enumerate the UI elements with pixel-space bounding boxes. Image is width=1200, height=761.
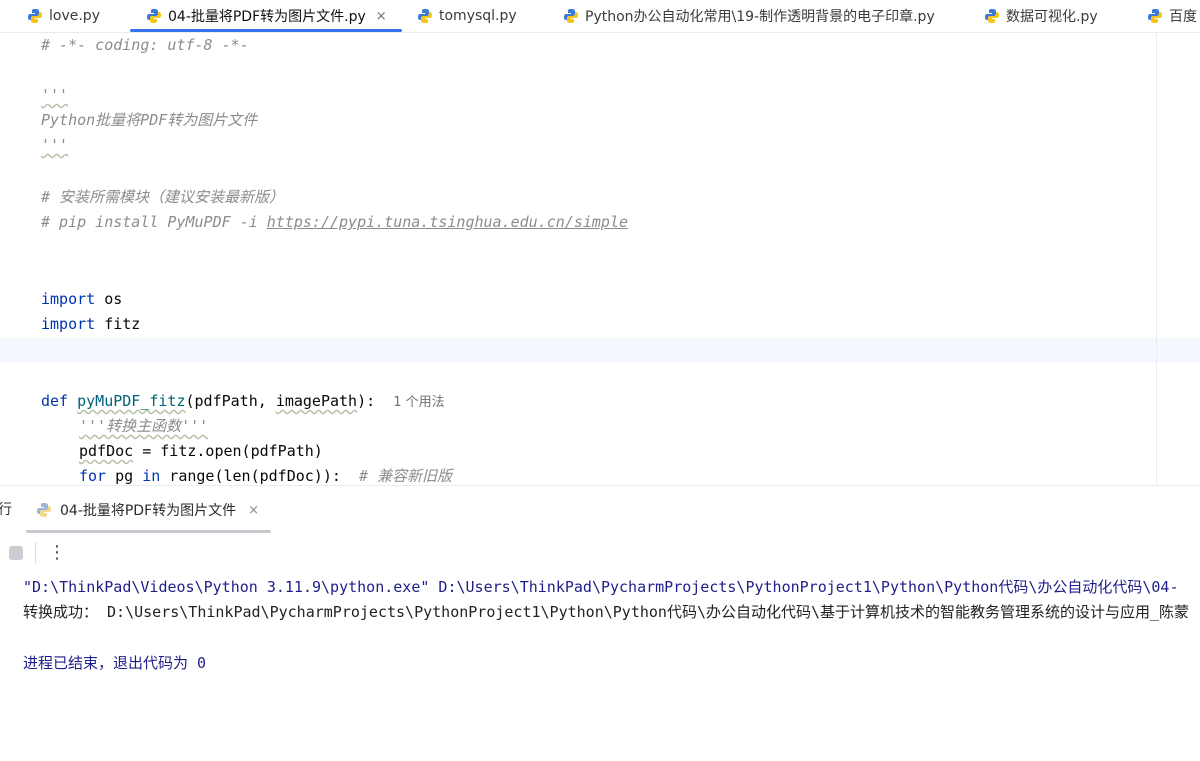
- console-line-command: "D:\ThinkPad\Videos\Python 3.11.9\python…: [23, 578, 1179, 596]
- console-output[interactable]: "D:\ThinkPad\Videos\Python 3.11.9\python…: [0, 573, 1200, 761]
- range-expr: range(len(pdfDoc)):: [160, 467, 341, 485]
- python-file-icon: [37, 503, 51, 517]
- code-line-docstring-text: Python批量将PDF转为图片文件: [41, 111, 258, 129]
- close-icon[interactable]: ×: [248, 503, 259, 518]
- code-line-for: for pg in range(len(pdfDoc)): # 兼容新旧版: [79, 464, 452, 485]
- docstring: '''转换主函数''': [79, 417, 209, 435]
- tab-label: 数据可视化.py: [1006, 9, 1098, 25]
- inline-comment: # 兼容新旧版: [340, 467, 453, 485]
- keyword: import: [41, 290, 96, 308]
- console-line-success: 转换成功： D:\Users\ThinkPad\PycharmProjects\…: [23, 603, 1190, 621]
- run-panel-header: 行 04-批量将PDF转为图片文件 ×: [0, 485, 1200, 534]
- module-name: os: [95, 290, 123, 308]
- python-file-icon: [985, 9, 999, 23]
- param-image-path: imagePath: [275, 392, 358, 410]
- tab-label: tomysql.py: [439, 8, 517, 24]
- tab-data-viz-py[interactable]: 数据可视化.py: [984, 0, 1098, 32]
- code-line-import-fitz: import fitz: [41, 312, 140, 337]
- run-tab-label: 04-批量将PDF转为图片文件: [60, 503, 237, 519]
- comment-text: # pip install PyMuPDF -i: [41, 213, 267, 231]
- code-line-docstring-close: ''': [41, 136, 69, 154]
- tab-baidu[interactable]: 百度: [1147, 0, 1197, 32]
- run-tab[interactable]: 04-批量将PDF转为图片文件 ×: [36, 486, 259, 534]
- code-line-pdfdoc: pdfDoc = fitz.open(pdfPath): [79, 439, 323, 464]
- tab-love-py[interactable]: love.py: [27, 0, 100, 32]
- loop-var: pg: [106, 467, 143, 485]
- variable: pdfDoc: [79, 442, 134, 460]
- python-file-icon: [564, 9, 578, 23]
- usage-hint[interactable]: 1 个用法: [393, 395, 444, 410]
- keyword: import: [41, 315, 96, 333]
- tab-seal-py[interactable]: Python办公自动化常用\19-制作透明背景的电子印章.py: [563, 0, 935, 32]
- expression: = fitz.open(pdfPath): [133, 442, 323, 460]
- python-file-icon: [1148, 9, 1162, 23]
- tab-tomysql-py[interactable]: tomysql.py: [417, 0, 517, 32]
- active-tab-indicator: [130, 29, 402, 32]
- params-end: ):: [357, 392, 376, 410]
- code-line-comment-install: # 安装所需模块（建议安装最新版）: [41, 188, 285, 206]
- right-margin-guide: [1156, 33, 1157, 485]
- stop-icon[interactable]: [9, 546, 23, 560]
- tab-label: love.py: [49, 8, 100, 24]
- python-file-icon: [28, 9, 42, 23]
- params: (pdfPath,: [185, 392, 276, 410]
- code-line-def: def pyMuPDF_fitz(pdfPath, imagePath): 1 …: [41, 389, 445, 414]
- python-file-icon: [147, 9, 161, 23]
- code-line-coding: # -*- coding: utf-8 -*-: [41, 36, 249, 54]
- pypi-url-link[interactable]: https://pypi.tuna.tsinghua.edu.cn/simple: [267, 213, 628, 231]
- close-icon[interactable]: ×: [376, 9, 387, 24]
- python-file-icon: [418, 9, 432, 23]
- code-line-docstring-open: ''': [41, 86, 69, 104]
- keyword: for: [79, 467, 107, 485]
- keyword: def: [41, 392, 69, 410]
- more-options-icon[interactable]: ⋮: [48, 539, 66, 567]
- console-line-exit: 进程已结束，退出代码为 0: [23, 654, 207, 672]
- module-name: fitz: [95, 315, 141, 333]
- tab-label: 百度: [1169, 9, 1197, 25]
- tab-label: 04-批量将PDF转为图片文件.py: [168, 9, 366, 25]
- code-editor[interactable]: # -*- coding: utf-8 -*- ''' Python批量将PDF…: [0, 33, 1200, 485]
- editor-tab-bar: love.py 04-批量将PDF转为图片文件.py × tomysql.py …: [0, 0, 1200, 33]
- function-name: pyMuPDF_fitz: [77, 392, 186, 410]
- tab-label: Python办公自动化常用\19-制作透明背景的电子印章.py: [585, 9, 935, 25]
- tab-04-pdf-to-image[interactable]: 04-批量将PDF转为图片文件.py ×: [130, 0, 402, 32]
- run-toolbar: ⋮: [0, 533, 1200, 573]
- code-line-import-os: import os: [41, 287, 122, 312]
- code-line-pip-install: # pip install PyMuPDF -i https://pypi.tu…: [41, 210, 628, 235]
- toolbar-separator: [35, 542, 36, 564]
- code-line-func-docstring: '''转换主函数''': [79, 414, 208, 439]
- keyword: in: [142, 467, 161, 485]
- run-panel-label: 行: [0, 502, 12, 518]
- current-line-highlight: [0, 338, 1200, 363]
